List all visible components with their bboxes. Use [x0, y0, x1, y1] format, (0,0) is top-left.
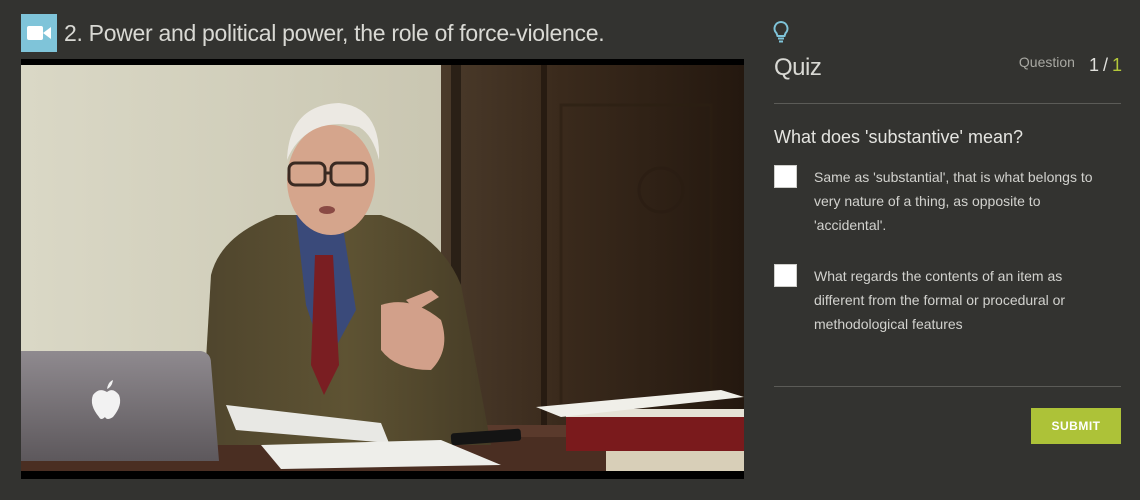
quiz-heading: Quiz: [774, 54, 822, 81]
answer-option[interactable]: Same as 'substantial', that is what belo…: [774, 165, 1121, 237]
question-separator: /: [1102, 55, 1108, 75]
answer-text: What regards the contents of an item as …: [814, 268, 1066, 332]
question-label: Question: [1018, 54, 1075, 70]
answer-text: Same as 'substantial', that is what belo…: [814, 169, 1093, 233]
question-text: What does 'substantive' mean?: [774, 127, 1024, 147]
answer-option[interactable]: What regards the contents of an item as …: [774, 264, 1121, 336]
lesson-title: 2. Power and political power, the role o…: [64, 19, 605, 46]
video-frame[interactable]: [21, 65, 744, 471]
question-current: 1: [1088, 55, 1099, 75]
answer-checkbox[interactable]: [774, 264, 797, 287]
divider: [774, 386, 1121, 387]
question-counter: Question 1/1: [1018, 54, 1122, 76]
divider: [774, 103, 1121, 104]
lesson-header: 2. Power and political power, the role o…: [21, 14, 605, 52]
lightbulb-icon: [772, 20, 790, 44]
submit-button[interactable]: SUBMIT: [1031, 408, 1121, 444]
answer-checkbox[interactable]: [774, 165, 797, 188]
question-number: 1/1: [1089, 55, 1122, 76]
lesson-page: 2. Power and political power, the role o…: [0, 0, 1140, 500]
video-player[interactable]: [21, 59, 744, 479]
video-camera-icon: [21, 14, 57, 52]
question-total: 1: [1111, 55, 1122, 75]
